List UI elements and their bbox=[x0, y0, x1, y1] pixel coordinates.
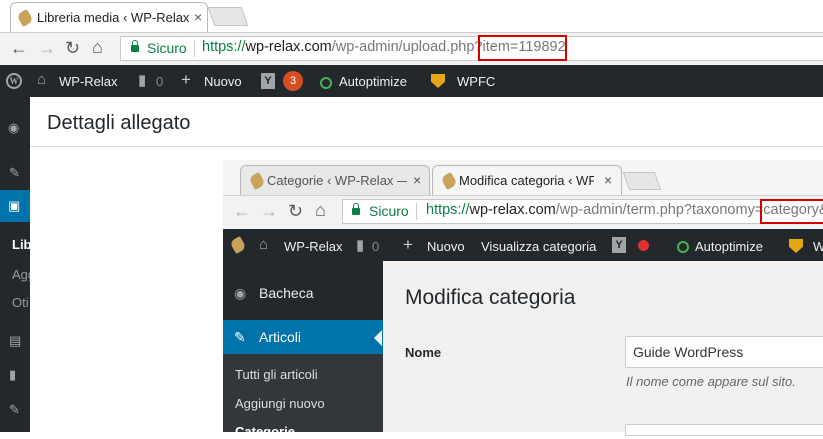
lock-icon bbox=[352, 203, 360, 215]
view-category-link[interactable]: Visualizza categoria bbox=[481, 239, 596, 254]
new-menu[interactable]: Nuovo bbox=[427, 239, 465, 254]
reload-icon[interactable]: ↻ bbox=[288, 202, 303, 220]
category-name-input[interactable] bbox=[625, 336, 823, 368]
lock-icon bbox=[131, 40, 139, 52]
autoptimize-menu[interactable]: Autoptimize bbox=[695, 239, 763, 254]
inner-site-name[interactable]: WP-Relax bbox=[284, 239, 343, 254]
outer-site-name[interactable]: WP-Relax bbox=[59, 74, 118, 89]
comments-icon[interactable]: ▮ bbox=[9, 367, 16, 383]
pages-icon[interactable]: ▤ bbox=[9, 333, 21, 349]
home-icon: ⌂ bbox=[37, 71, 47, 88]
comments-count: 0 bbox=[372, 239, 380, 254]
inner-tab-label: Modifica categoria ‹ WP- bbox=[459, 173, 594, 188]
new-tab-button[interactable] bbox=[207, 7, 249, 26]
forward-arrow-icon[interactable]: → bbox=[38, 39, 56, 57]
comments-count: 0 bbox=[156, 74, 164, 89]
autoptimize-status-icon bbox=[320, 77, 332, 89]
home-icon: ⌂ bbox=[259, 236, 269, 253]
comments-icon[interactable]: ▮ bbox=[138, 71, 146, 89]
sidebar-item-bacheca[interactable]: Bacheca bbox=[259, 285, 313, 301]
submenu-aggiungi-nuovo[interactable]: Aggiungi nuovo bbox=[235, 396, 325, 411]
sidebar-item-articoli[interactable] bbox=[223, 320, 383, 354]
new-tab-button[interactable] bbox=[622, 172, 662, 190]
truncated-menu-item[interactable]: W bbox=[813, 239, 823, 254]
url-host: wp-relax.com bbox=[245, 39, 332, 55]
url-scheme: https:// bbox=[202, 39, 246, 55]
active-menu-arrow bbox=[374, 330, 382, 346]
pin-icon[interactable]: ✎ bbox=[9, 165, 20, 181]
outer-tab-label: Libreria media ‹ WP-Relax bbox=[37, 10, 190, 25]
yoast-icon[interactable]: Y bbox=[261, 73, 275, 89]
forward-arrow-icon[interactable]: → bbox=[260, 202, 278, 220]
back-arrow-icon[interactable]: ← bbox=[10, 39, 28, 57]
plus-icon: + bbox=[181, 70, 191, 89]
secure-label: Sicuro bbox=[147, 40, 187, 56]
new-menu[interactable]: Nuovo bbox=[204, 74, 242, 89]
inner-tab-modifica-categoria[interactable]: Modifica categoria ‹ WP- × bbox=[432, 165, 622, 195]
slug-input[interactable] bbox=[625, 424, 823, 436]
yoast-icon[interactable]: Y bbox=[612, 237, 626, 253]
media-icon: ▣ bbox=[8, 198, 21, 213]
wp-relax-favicon-icon bbox=[248, 171, 266, 191]
comments-icon[interactable]: ▮ bbox=[356, 236, 364, 254]
url-scheme: https:// bbox=[426, 202, 470, 218]
autoptimize-menu[interactable]: Autoptimize bbox=[339, 74, 407, 89]
url-path: /wp-admin/upload.php? bbox=[331, 39, 483, 55]
wp-relax-favicon-icon bbox=[440, 171, 458, 191]
pin-icon: ✎ bbox=[234, 329, 246, 345]
url-query-highlight bbox=[760, 199, 823, 224]
close-tab-icon[interactable]: × bbox=[604, 172, 612, 188]
back-arrow-icon[interactable]: ← bbox=[233, 202, 251, 220]
name-field-description: Il nome come appare sul sito. bbox=[626, 374, 796, 389]
home-icon[interactable]: ⌂ bbox=[92, 38, 103, 56]
url-host: wp-relax.com bbox=[469, 202, 556, 218]
dashboard-icon: ◉ bbox=[234, 285, 247, 301]
url-path: /wp-admin/term.php?taxonomy= bbox=[555, 202, 764, 218]
sidebar-fragment-other[interactable]: Oti bbox=[12, 295, 29, 310]
pin-icon[interactable]: ✎ bbox=[9, 402, 20, 418]
page-title: Dettagli allegato bbox=[47, 112, 191, 134]
yoast-notification-badge: 3 bbox=[283, 71, 303, 91]
autoptimize-status-icon bbox=[677, 241, 689, 253]
edit-category-title: Modifica categoria bbox=[405, 286, 576, 309]
close-tab-icon[interactable]: × bbox=[413, 172, 421, 188]
url-query-highlight bbox=[478, 35, 567, 61]
inner-tab-categorie[interactable]: Categorie ‹ WP-Relax — × bbox=[240, 165, 430, 195]
wpfc-menu[interactable]: WPFC bbox=[457, 74, 495, 89]
sidebar-item-articoli-label: Articoli bbox=[259, 329, 302, 345]
wp-relax-favicon-icon bbox=[16, 8, 34, 28]
address-divider bbox=[416, 203, 417, 220]
dashboard-icon[interactable]: ◉ bbox=[8, 120, 19, 136]
submenu-tutti-gli-articoli[interactable]: Tutti gli articoli bbox=[235, 367, 318, 382]
inner-tab-label: Categorie ‹ WP-Relax — bbox=[267, 173, 407, 188]
articoli-submenu bbox=[223, 354, 383, 432]
outer-tab-libreria-media[interactable]: Libreria media ‹ WP-Relax × bbox=[10, 2, 208, 32]
address-divider bbox=[194, 40, 195, 57]
secure-label: Sicuro bbox=[369, 203, 409, 219]
yoast-status-dot bbox=[638, 240, 649, 251]
name-field-label: Nome bbox=[405, 345, 442, 360]
outer-wp-admin-bar bbox=[0, 65, 823, 97]
wordpress-logo-icon[interactable]: W bbox=[6, 73, 22, 89]
plus-icon: + bbox=[403, 235, 413, 254]
close-tab-icon[interactable]: × bbox=[194, 9, 202, 25]
home-icon[interactable]: ⌂ bbox=[315, 201, 326, 219]
reload-icon[interactable]: ↻ bbox=[65, 39, 80, 57]
